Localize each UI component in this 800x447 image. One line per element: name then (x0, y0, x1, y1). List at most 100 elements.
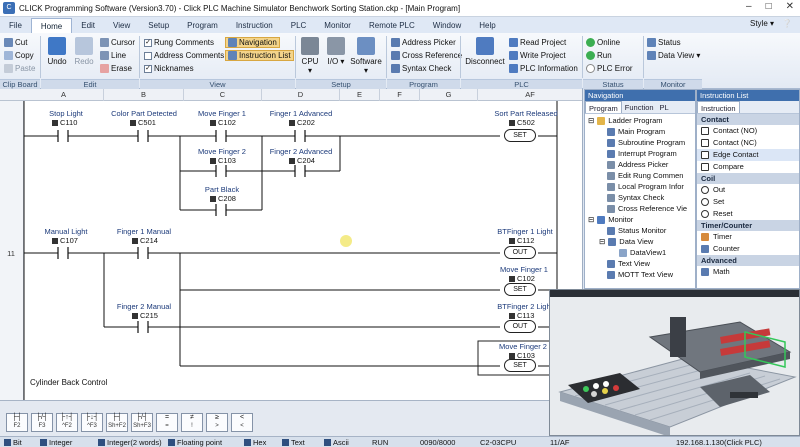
contact-address[interactable]: C202 (289, 118, 315, 127)
tree-item-text-view[interactable]: Text View (607, 259, 650, 268)
style-menu[interactable]: Style ▾ (750, 19, 774, 28)
menu-window[interactable]: Window (424, 18, 470, 33)
collapse-icon[interactable]: ⊟ (588, 116, 594, 125)
menu-plc[interactable]: PLC (282, 18, 316, 33)
plc-information-button[interactable]: PLC Information (509, 64, 578, 73)
cross-reference-button[interactable]: Cross Reference (391, 51, 462, 60)
tree-item-monitor[interactable]: ⊟ Monitor (588, 215, 633, 224)
instruction-or-button[interactable]: ├┤ Sh+F2 (106, 413, 128, 432)
category-coil[interactable]: Coil (697, 173, 799, 184)
instruction-reset[interactable]: Reset (697, 208, 799, 220)
tree-item-local-program-info[interactable]: Local Program Infor (607, 182, 684, 191)
tree-item-edit-rung-comment[interactable]: Edit Rung Commen (607, 171, 683, 180)
close-button[interactable]: ✕ (786, 1, 794, 12)
tree-item-ladder-program[interactable]: ⊟ Ladder Program (588, 116, 663, 125)
machine-simulator-view[interactable] (549, 289, 800, 436)
tree-item-cross-reference-view[interactable]: Cross Reference Vie (607, 204, 687, 213)
menu-monitor[interactable]: Monitor (315, 18, 360, 33)
tree-item-status-monitor[interactable]: Status Monitor (607, 226, 666, 235)
plc-error-button[interactable]: PLC Error (586, 64, 633, 73)
coil-address[interactable]: C502 (509, 118, 535, 127)
menu-view[interactable]: View (104, 18, 139, 33)
category-contact[interactable]: Contact (697, 114, 799, 125)
instruction-contact-nc[interactable]: Contact (NC) (697, 137, 799, 149)
io-button[interactable]: I/O ▾ (325, 37, 347, 66)
instruction-contact-no-button[interactable]: ├┤ F2 (6, 413, 28, 432)
status-monitor-button[interactable]: Status (647, 38, 681, 47)
menu-home[interactable]: Home (30, 18, 73, 33)
contact-address[interactable]: C102 (210, 118, 236, 127)
instruction-edge-up-button[interactable]: ├↑┤ ^F2 (56, 413, 78, 432)
contact-address[interactable]: C103 (210, 156, 236, 165)
collapse-icon[interactable]: ⊟ (599, 237, 605, 246)
cursor-button[interactable]: Cursor (100, 38, 135, 47)
menu-edit[interactable]: Edit (72, 18, 104, 33)
out-coil[interactable]: OUT (504, 246, 536, 259)
tree-item-syntax-check[interactable]: Syntax Check (607, 193, 664, 202)
data-view-button[interactable]: Data View ▾ (647, 51, 700, 60)
tab-instruction[interactable]: Instruction (697, 101, 740, 113)
contact-address[interactable]: C215 (132, 311, 158, 320)
undo-button[interactable]: Undo (45, 37, 69, 66)
online-button[interactable]: Online (586, 38, 620, 47)
menu-help[interactable]: Help (470, 18, 504, 33)
instruction-set[interactable]: Set (697, 196, 799, 208)
tree-item-data-view[interactable]: ⊟ Data View (599, 237, 653, 246)
tab-function[interactable]: Function (622, 101, 657, 113)
erase-button[interactable]: Erase (100, 64, 132, 73)
instruction-compare-not-equal-button[interactable]: ≠! (181, 413, 203, 432)
tab-pl[interactable]: PL (657, 101, 672, 113)
tree-item-subroutine-program[interactable]: Subroutine Program (607, 138, 685, 147)
software-button[interactable]: Software ▾ (350, 37, 382, 75)
menu-instruction[interactable]: Instruction (227, 18, 282, 33)
set-coil[interactable]: SET (504, 359, 536, 372)
ladder-editor[interactable]: A B C D E F G AF 11 Stop Light C110 Colo… (0, 89, 583, 400)
category-timer-counter[interactable]: Timer/Counter (697, 220, 799, 231)
line-button[interactable]: Line (100, 51, 126, 60)
set-coil[interactable]: SET (504, 283, 536, 296)
category-advanced[interactable]: Advanced (697, 255, 799, 266)
instruction-or-not-button[interactable]: ├/┤ Sh+F3 (131, 413, 153, 432)
tree-item-main-program[interactable]: Main Program (607, 127, 665, 136)
coil-address[interactable]: C112 (509, 236, 534, 245)
menu-remote-plc[interactable]: Remote PLC (360, 18, 424, 33)
contact-address[interactable]: C107 (52, 236, 78, 245)
instruction-compare[interactable]: Compare (697, 161, 799, 173)
menu-program[interactable]: Program (178, 18, 227, 33)
instruction-out[interactable]: Out (697, 184, 799, 196)
minimize-button[interactable]: – (746, 1, 752, 12)
set-coil[interactable]: SET (504, 129, 536, 142)
tree-item-mqtt-text-view[interactable]: MOTT Text View (607, 270, 673, 279)
out-coil[interactable]: OUT (504, 320, 536, 333)
instruction-counter[interactable]: Counter (697, 243, 799, 255)
nicknames-checkbox[interactable]: ✓ Nicknames (144, 64, 194, 73)
instruction-compare-equal-button[interactable]: = = (156, 413, 178, 432)
coil-address[interactable]: C102 (509, 274, 535, 283)
coil-address[interactable]: C113 (509, 311, 534, 320)
instruction-compare-greater-button[interactable]: ≥ > (206, 413, 228, 432)
instruction-math[interactable]: Math (697, 266, 799, 278)
instruction-list-toggle[interactable]: Instruction List (225, 50, 294, 61)
write-project-button[interactable]: Write Project (509, 51, 566, 60)
navigation-toggle[interactable]: Navigation (225, 37, 280, 48)
contact-address[interactable]: C208 (210, 194, 236, 203)
address-picker-button[interactable]: Address Picker (391, 38, 456, 47)
contact-address[interactable]: C501 (130, 118, 156, 127)
tree-item-interrupt-program[interactable]: Interrupt Program (607, 149, 677, 158)
contact-address[interactable]: C110 (52, 118, 77, 127)
cut-button[interactable]: Cut (4, 38, 27, 47)
tree-item-address-picker[interactable]: Address Picker (607, 160, 668, 169)
cpu-button[interactable]: CPU ▾ (299, 37, 321, 75)
menu-setup[interactable]: Setup (139, 18, 178, 33)
tree-item-dataview1[interactable]: DataView1 (619, 248, 666, 257)
address-comments-checkbox[interactable]: Address Comments (144, 51, 224, 60)
tab-program[interactable]: Program (585, 101, 622, 113)
run-button[interactable]: Run (586, 51, 612, 60)
help-icon[interactable]: ❔ (782, 19, 792, 28)
contact-address[interactable]: C204 (289, 156, 315, 165)
contact-address[interactable]: C214 (132, 236, 158, 245)
instruction-timer[interactable]: Timer (697, 231, 799, 243)
instruction-edge-contact[interactable]: Edge Contact (697, 149, 799, 161)
collapse-icon[interactable]: ⊟ (588, 215, 594, 224)
disconnect-button[interactable]: Disconnect (463, 37, 507, 66)
